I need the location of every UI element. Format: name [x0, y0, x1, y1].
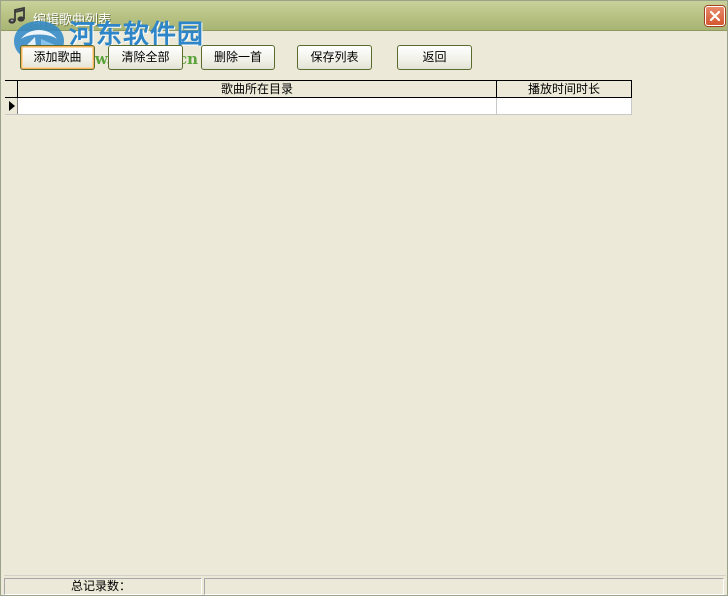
record-count-value — [204, 578, 724, 595]
close-button[interactable] — [705, 6, 725, 26]
cell-duration[interactable] — [497, 98, 632, 114]
table-row[interactable] — [5, 98, 632, 115]
window-title: 编辑歌曲列表 — [33, 13, 112, 28]
grid-header: 歌曲所在目录 播放时间时长 — [5, 80, 632, 98]
edit-song-list-window: 编辑歌曲列表 河东软件园 www.pc0359.cn 添加歌曲 清除全部 删除一… — [0, 0, 728, 596]
music-notes-icon — [7, 6, 27, 26]
save-list-button[interactable]: 保存列表 — [297, 45, 372, 70]
column-header-directory[interactable]: 歌曲所在目录 — [18, 81, 497, 97]
song-list-grid[interactable]: 歌曲所在目录 播放时间时长 — [5, 80, 632, 115]
row-indicator — [5, 98, 18, 114]
delete-one-button[interactable]: 删除一首 — [201, 45, 275, 70]
cell-directory[interactable] — [18, 98, 497, 114]
toolbar: 添加歌曲 清除全部 删除一首 保存列表 返回 — [1, 31, 727, 79]
column-header-duration[interactable]: 播放时间时长 — [497, 81, 632, 97]
add-song-button[interactable]: 添加歌曲 — [20, 45, 95, 70]
back-button[interactable]: 返回 — [397, 45, 472, 70]
header-indicator-cell — [5, 81, 18, 97]
title-bar[interactable]: 编辑歌曲列表 — [1, 1, 727, 31]
close-icon — [709, 10, 721, 22]
clear-all-button[interactable]: 清除全部 — [108, 45, 183, 70]
status-bar: 总记录数： — [4, 575, 726, 595]
current-row-arrow-icon — [9, 101, 15, 111]
record-count-label: 总记录数： — [4, 578, 202, 595]
